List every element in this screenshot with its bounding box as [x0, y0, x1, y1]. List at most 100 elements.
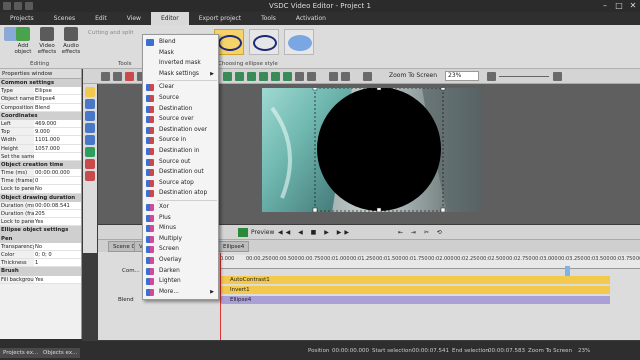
menu-item-xor[interactable]: Xor	[143, 202, 218, 213]
menu-item-source[interactable]: Source	[143, 93, 218, 104]
playback-tools[interactable]: ⇤ ⇥ ✂ ⟲	[398, 229, 445, 236]
grid-icon[interactable]	[295, 72, 304, 81]
track-ellipse4[interactable]: Ellipse4	[220, 296, 610, 304]
menu-item-screen[interactable]: Screen	[143, 244, 218, 255]
menu-item-mask[interactable]: Mask	[143, 48, 218, 59]
property-row[interactable]: Lock to parentYes	[0, 218, 81, 227]
ellipse-object[interactable]	[317, 88, 441, 211]
property-value[interactable]: 9.000	[34, 128, 81, 136]
menu-item-plus[interactable]: Plus	[143, 213, 218, 224]
copy-icon[interactable]	[113, 72, 122, 81]
status-zoom-value[interactable]: 23%	[578, 348, 590, 354]
menu-export-project[interactable]: Export project	[189, 12, 251, 25]
shape-tool-icon[interactable]	[85, 111, 95, 121]
delete-icon[interactable]	[125, 72, 134, 81]
property-row[interactable]: Time (ms) 00:00:00.000	[0, 169, 81, 178]
menu-item-clear[interactable]: Clear	[143, 82, 218, 93]
resize-handle[interactable]	[440, 88, 446, 91]
property-section[interactable]: Ellipse object settings	[0, 226, 81, 235]
minimize-button[interactable]: –	[598, 0, 612, 12]
resize-handle[interactable]	[376, 207, 382, 212]
menu-activation[interactable]: Activation	[286, 12, 336, 25]
video-effects-button[interactable]: Video effects	[36, 27, 58, 61]
property-row[interactable]: Time (frame) 0	[0, 177, 81, 186]
property-row[interactable]: Set the same size as the parent has	[0, 152, 81, 161]
menu-item-blend[interactable]: Blend	[143, 37, 218, 48]
timeline-ruler[interactable]: 0.000 00:00.250 00:00.500 00:00.750 00:01.00…	[220, 255, 640, 269]
image-tool-icon[interactable]	[85, 135, 95, 145]
property-value[interactable]: 469.000	[34, 119, 81, 128]
tab-ellipse4[interactable]: Ellipse4	[218, 241, 250, 252]
transport-controls[interactable]: ◀◀ ◀ ■ ▶ ▶▶	[278, 229, 352, 236]
property-section[interactable]: Object drawing duration	[0, 193, 81, 202]
menu-item-overlay[interactable]: Overlay	[143, 255, 218, 266]
property-value[interactable]: Ellipse4	[34, 95, 81, 103]
video-tool-icon[interactable]	[85, 159, 95, 169]
menu-item-darken[interactable]: Darken	[143, 266, 218, 277]
close-button[interactable]: ✕	[626, 0, 640, 12]
property-section[interactable]: Object creation time	[0, 160, 81, 170]
tab-projects-explorer[interactable]: Projects ex...	[0, 348, 42, 358]
preview-label[interactable]: Preview	[251, 229, 274, 236]
cut-icon[interactable]	[101, 72, 110, 81]
menu-item-destination-in[interactable]: Destination in	[143, 146, 218, 157]
property-value[interactable]: Blend	[34, 103, 81, 111]
menu-view[interactable]: View	[117, 12, 151, 25]
property-value[interactable]: 1	[34, 259, 81, 267]
menu-item-source-out[interactable]: Source out	[143, 157, 218, 168]
same-size-icon[interactable]	[283, 72, 292, 81]
menu-scenes[interactable]: Scenes	[44, 12, 85, 25]
chart-tool-icon[interactable]	[85, 147, 95, 157]
property-value[interactable]: No	[34, 242, 81, 250]
resize-handle[interactable]	[312, 207, 318, 212]
menu-item-mask-settings[interactable]: Mask settings ▶	[143, 69, 218, 80]
property-value[interactable]: 205	[34, 210, 81, 218]
property-row[interactable]: Width 1101.000	[0, 136, 81, 145]
property-value[interactable]: 1101.000	[34, 136, 81, 144]
zoom-select[interactable]: 23%	[445, 71, 479, 81]
align-middle-icon[interactable]	[235, 72, 244, 81]
property-row[interactable]: Left 469.000	[0, 119, 81, 129]
property-section[interactable]: Common settings	[0, 79, 81, 88]
menu-item-destination-atop[interactable]: Destination atop	[143, 188, 218, 199]
track-invert1[interactable]: Invert1	[220, 286, 610, 294]
zoom-out-icon[interactable]	[487, 72, 496, 81]
property-value[interactable]: 1057.000	[34, 144, 81, 152]
property-value[interactable]: 00:00:00.000	[34, 169, 81, 177]
property-row[interactable]: Transparency No	[0, 242, 81, 251]
crop-icon[interactable]	[329, 72, 338, 81]
property-value[interactable]: Yes	[34, 275, 81, 283]
tab-objects-explorer[interactable]: Objects ex...	[40, 348, 81, 358]
property-row[interactable]: Thickness 1	[0, 259, 81, 268]
ellipse-style-filled[interactable]	[284, 29, 314, 55]
property-row[interactable]: Type Ellipse	[0, 87, 81, 96]
property-row[interactable]: Object name Ellipse4	[0, 95, 81, 104]
menu-item-lighten[interactable]: Lighten	[143, 276, 218, 287]
line-tool-icon[interactable]	[85, 123, 95, 133]
menu-editor[interactable]: Editor	[150, 12, 189, 25]
menu-item-source-over[interactable]: Source over	[143, 114, 218, 125]
menu-projects[interactable]: Projects	[0, 12, 44, 25]
menu-item-more[interactable]: More... ▶	[143, 287, 218, 298]
property-value[interactable]: Yes	[34, 218, 81, 226]
menu-item-destination-out[interactable]: Destination out	[143, 167, 218, 178]
property-row[interactable]: Composition modeBlend	[0, 103, 81, 112]
property-row[interactable]: Duration (ms) 00:00:08.541	[0, 201, 81, 210]
align-top-icon[interactable]	[223, 72, 232, 81]
snap-icon[interactable]	[307, 72, 316, 81]
menu-item-source-atop[interactable]: Source atop	[143, 178, 218, 189]
menu-item-inverted-mask[interactable]: Inverted mask	[143, 58, 218, 69]
property-section[interactable]: Coordinates	[0, 111, 81, 120]
menu-item-minus[interactable]: Minus	[143, 223, 218, 234]
playhead[interactable]	[220, 253, 221, 340]
property-value[interactable]: 0; 0; 0	[34, 250, 81, 259]
property-value[interactable]: 0	[34, 177, 81, 185]
align-bottom-icon[interactable]	[247, 72, 256, 81]
maximize-button[interactable]: □	[612, 0, 626, 12]
menu-edit[interactable]: Edit	[85, 12, 117, 25]
menu-item-source-in[interactable]: Source in	[143, 135, 218, 146]
select-tool-icon[interactable]	[85, 87, 95, 97]
property-value[interactable]: Ellipse	[34, 87, 81, 95]
menu-item-destination-over[interactable]: Destination over	[143, 125, 218, 136]
property-row[interactable]: Lock to parentNo	[0, 185, 81, 194]
